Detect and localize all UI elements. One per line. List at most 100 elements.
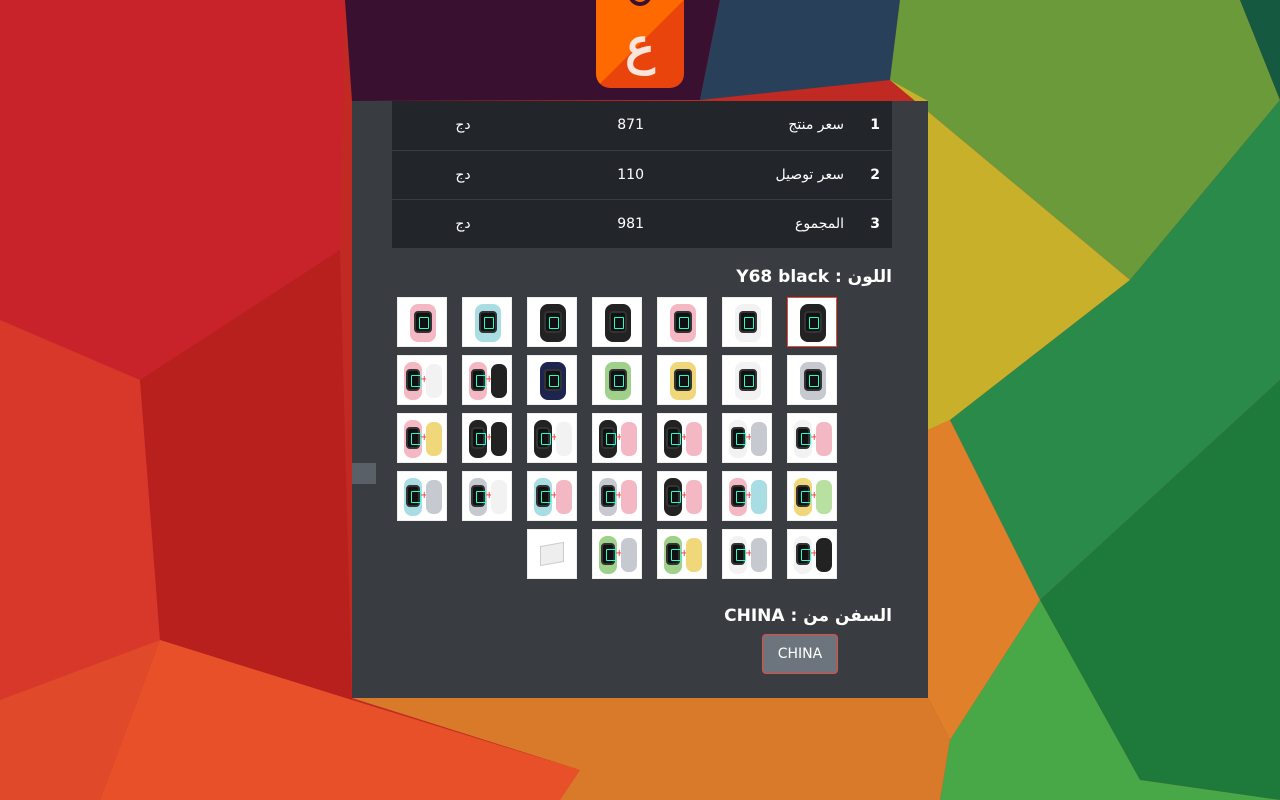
color-swatch-grid: + + + + + + + + + + + + + + + + + + + + [397, 297, 837, 579]
color-swatch[interactable]: + [397, 413, 447, 463]
color-swatch[interactable]: + [592, 413, 642, 463]
price-row: 2 سعر توصيل 110 دج [392, 149, 892, 199]
watch-face [544, 311, 562, 333]
watch-band-second [686, 422, 702, 456]
row-label: سعر منتج [788, 117, 844, 134]
watch-face [666, 485, 681, 507]
watch-band-second [816, 422, 832, 456]
color-swatch[interactable] [527, 297, 577, 347]
watch-band-second [426, 364, 442, 398]
watch-face [666, 427, 681, 449]
watch-face [796, 485, 811, 507]
color-swatch[interactable] [592, 297, 642, 347]
color-swatch[interactable] [787, 355, 837, 405]
watch-band-second [491, 422, 507, 456]
logo-hook [628, 0, 652, 6]
watch-face [674, 369, 692, 391]
watch-face [796, 427, 811, 449]
watch-face [601, 543, 616, 565]
row-value: 871 [617, 117, 644, 134]
watch-band-second [686, 480, 702, 514]
ship-from-china-button[interactable]: CHINA [762, 634, 838, 674]
color-swatch[interactable]: + [722, 471, 772, 521]
watch-band-second [621, 480, 637, 514]
color-swatch[interactable]: + [657, 471, 707, 521]
watch-face [739, 369, 757, 391]
watch-face [471, 369, 486, 391]
row-label: سعر توصيل [656, 149, 856, 199]
color-swatch[interactable] [657, 355, 707, 405]
color-swatch[interactable]: + [397, 355, 447, 405]
watch-face [796, 543, 811, 565]
watch-face [674, 311, 692, 333]
price-table: 1 سعر منتج 871 دج 2 سعر توصيل 110 دج 3 المجموع 981… [392, 101, 892, 248]
color-swatch[interactable] [722, 355, 772, 405]
watch-band-second [556, 422, 572, 456]
watch-face [804, 369, 822, 391]
watch-band-second [426, 422, 442, 456]
watch-face [601, 485, 616, 507]
watch-face [804, 311, 822, 333]
row-index: 3 [856, 198, 892, 248]
watch-face [731, 543, 746, 565]
row-currency: دج [455, 117, 471, 134]
row-value: 981 [506, 198, 656, 248]
watch-band-second [556, 480, 572, 514]
watch-band-second [426, 480, 442, 514]
color-swatch[interactable] [592, 355, 642, 405]
color-swatch[interactable] [527, 355, 577, 405]
color-swatch[interactable]: + [657, 529, 707, 579]
color-swatch[interactable] [462, 297, 512, 347]
price-row: 1 سعر منتج 871 دج [392, 101, 892, 150]
color-swatch[interactable]: + [787, 413, 837, 463]
row-index: 2 [856, 149, 892, 199]
watch-face [731, 485, 746, 507]
watch-face [479, 311, 497, 333]
watch-face [609, 369, 627, 391]
color-swatch[interactable]: + [787, 471, 837, 521]
color-swatch[interactable]: + [722, 413, 772, 463]
color-swatch[interactable] [657, 297, 707, 347]
watch-face [471, 485, 486, 507]
watch-band-second [816, 538, 832, 572]
color-heading: اللون : Y68 black [736, 267, 892, 287]
row-index: 1 [870, 117, 880, 134]
color-swatch[interactable]: + [462, 413, 512, 463]
color-swatch[interactable] [722, 297, 772, 347]
color-swatch[interactable]: + [397, 471, 447, 521]
watch-band-second [686, 538, 702, 572]
watch-face [609, 311, 627, 333]
color-swatch[interactable]: + [527, 413, 577, 463]
charger-image [540, 541, 564, 567]
row-label: المجموع [656, 198, 856, 248]
watch-band-second [491, 364, 507, 398]
watch-face [739, 311, 757, 333]
color-swatch[interactable]: + [592, 529, 642, 579]
color-swatch[interactable]: + [592, 471, 642, 521]
logo-glyph: ع [625, 16, 655, 75]
color-swatch[interactable] [787, 297, 837, 347]
watch-face [536, 427, 551, 449]
watch-face [536, 485, 551, 507]
watch-band-second [621, 538, 637, 572]
side-tab-handle[interactable] [352, 463, 376, 484]
watch-band-second [751, 480, 767, 514]
watch-face [406, 369, 421, 391]
color-swatch[interactable]: + [657, 413, 707, 463]
color-swatch[interactable]: + [527, 471, 577, 521]
color-swatch[interactable] [527, 529, 577, 579]
color-swatch[interactable]: + [722, 529, 772, 579]
watch-band-second [751, 422, 767, 456]
row-currency: دج [392, 149, 506, 199]
color-swatch[interactable]: + [462, 471, 512, 521]
color-swatch[interactable] [397, 297, 447, 347]
watch-face [406, 427, 421, 449]
color-swatch[interactable]: + [787, 529, 837, 579]
watch-face [601, 427, 616, 449]
watch-band-second [491, 480, 507, 514]
color-swatch[interactable]: + [462, 355, 512, 405]
watch-band-second [621, 422, 637, 456]
watch-face [406, 485, 421, 507]
watch-face [666, 543, 681, 565]
shipping-heading: السفن من : CHINA [724, 606, 892, 626]
